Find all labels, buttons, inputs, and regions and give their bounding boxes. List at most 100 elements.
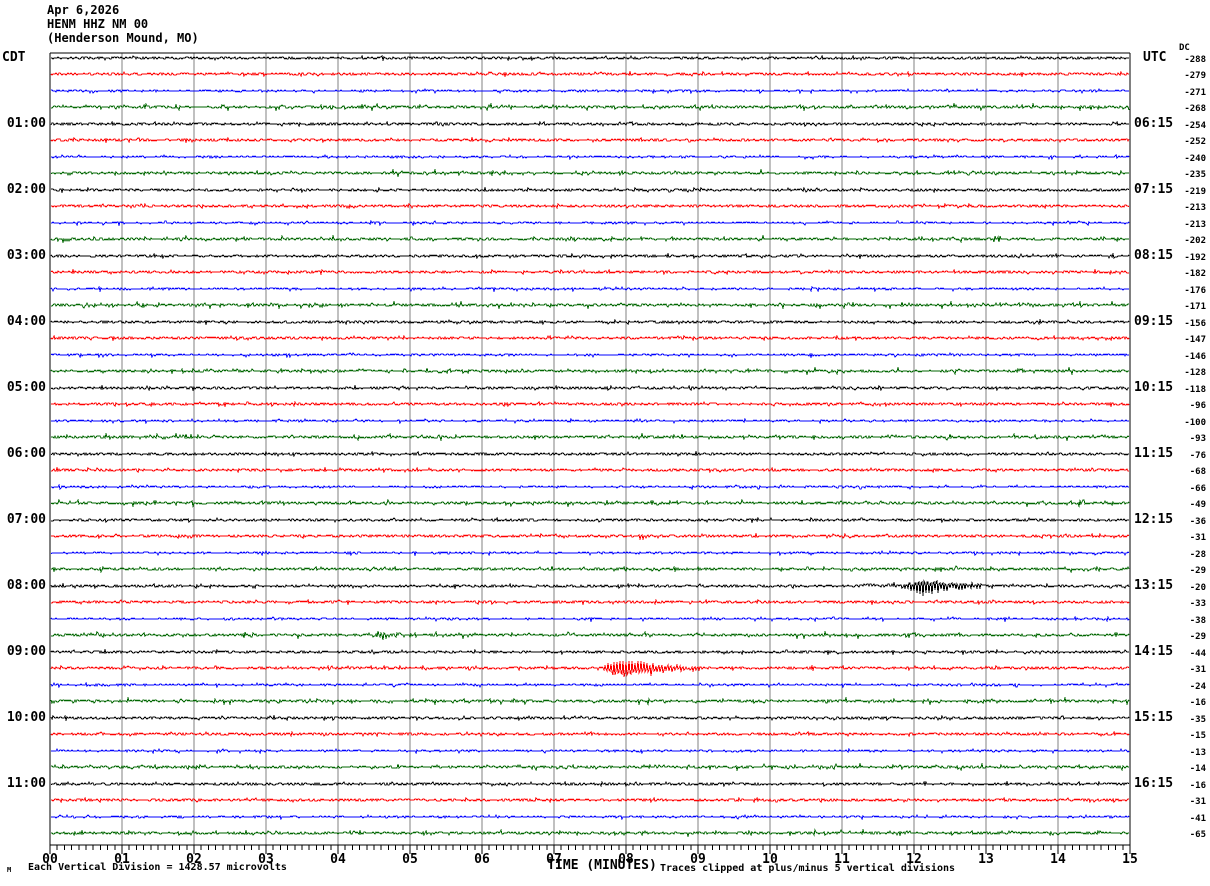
trace-row-5 <box>50 120 1129 128</box>
cdt-hour-label: 07:00 <box>6 511 46 527</box>
dc-offset-value: -235 <box>1184 170 1206 180</box>
dc-offset-value: -36 <box>1189 516 1206 527</box>
seismogram-plot <box>49 52 1131 854</box>
cdt-hour-label: 05:00 <box>6 379 46 395</box>
trace-row-24 <box>51 432 1130 442</box>
trace-row-3 <box>51 87 1129 95</box>
trace-row-20 <box>50 366 1129 376</box>
clip-note: Traces clipped at plus/minus 5 vertical … <box>660 863 956 874</box>
trace-row-18 <box>50 334 1130 342</box>
dc-offset-value: -93 <box>1189 434 1206 444</box>
dc-offset-value: -156 <box>1184 318 1206 329</box>
vertical-division-scale-note: Each Vertical Division = 1428.57 microvo… <box>28 862 287 873</box>
dc-offset-value: -41 <box>1189 813 1206 824</box>
trace-row-29 <box>51 516 1129 524</box>
trace-row-13 <box>50 252 1130 260</box>
trace-row-8 <box>50 168 1129 178</box>
dc-offset-value: -182 <box>1184 269 1206 279</box>
cdt-hour-label: 08:00 <box>6 577 46 593</box>
dc-offset-value: -35 <box>1189 714 1206 725</box>
dc-offset-value: -128 <box>1184 368 1206 378</box>
trace-row-16 <box>51 300 1129 310</box>
dc-offset-value: -49 <box>1189 500 1206 510</box>
dc-offset-value: -271 <box>1184 87 1206 98</box>
trace-row-4 <box>51 102 1130 112</box>
trace-row-1 <box>51 54 1129 62</box>
trace-row-43 <box>51 747 1130 755</box>
trace-row-12 <box>50 234 1129 244</box>
trace-row-31 <box>50 549 1130 557</box>
dc-offset-value: -279 <box>1184 71 1206 81</box>
trace-row-30 <box>51 532 1130 541</box>
trace-row-27 <box>51 483 1129 491</box>
x-tick-label: 13 <box>978 852 994 867</box>
trace-row-11 <box>51 219 1130 227</box>
dc-offset-value: -171 <box>1184 302 1206 312</box>
dc-offset-value: -219 <box>1184 186 1206 197</box>
trace-row-46 <box>51 796 1129 804</box>
x-tick-label: 05 <box>402 852 418 867</box>
x-tick-label: 15 <box>1122 852 1138 867</box>
dc-offset-value: -100 <box>1184 417 1206 428</box>
trace-row-7 <box>51 153 1130 161</box>
dc-offset-value: -213 <box>1184 219 1206 230</box>
trace-row-37 <box>50 648 1129 656</box>
dc-offset-value: -31 <box>1189 797 1206 807</box>
dc-offset-value: -202 <box>1184 236 1206 246</box>
cdt-hour-label: 01:00 <box>6 115 46 131</box>
trace-row-14 <box>50 268 1129 276</box>
trace-row-25 <box>50 450 1129 458</box>
dc-offset-value: -268 <box>1184 104 1206 114</box>
trace-row-15 <box>50 285 1129 293</box>
dc-offset-value: -15 <box>1189 731 1206 741</box>
dc-offset-value: -16 <box>1189 698 1206 708</box>
dc-offset-value: -20 <box>1189 582 1206 593</box>
x-tick-label: 04 <box>330 852 346 867</box>
trace-row-48 <box>51 828 1129 838</box>
trace-row-26 <box>51 466 1129 474</box>
trace-row-41 <box>50 714 1130 722</box>
x-tick-label: 14 <box>1050 852 1066 867</box>
dc-offset-value: -96 <box>1189 401 1206 411</box>
trace-row-47 <box>51 813 1130 821</box>
dc-offset-value: -147 <box>1184 335 1206 345</box>
dc-offset-value: -28 <box>1189 549 1206 560</box>
x-axis-title: TIME (MINUTES) <box>547 858 657 873</box>
trace-row-33 <box>50 579 1130 597</box>
dc-offset-value: -29 <box>1189 632 1206 642</box>
corner-mark: M <box>7 866 12 874</box>
trace-row-44 <box>51 762 1129 772</box>
trace-row-32 <box>51 565 1130 574</box>
dc-offset-value: -240 <box>1184 153 1206 164</box>
x-tick-label: 06 <box>474 852 490 867</box>
dc-offset-value: -66 <box>1189 483 1206 494</box>
trace-row-6 <box>50 136 1130 144</box>
dc-offset-value: -254 <box>1184 120 1206 131</box>
dc-offset-value: -16 <box>1189 780 1206 791</box>
dc-offset-value: -44 <box>1189 648 1206 659</box>
cdt-hour-label: 02:00 <box>6 181 46 197</box>
dc-offset-value: -38 <box>1189 615 1206 626</box>
trace-row-36 <box>51 630 1130 641</box>
dc-offset-value: -14 <box>1189 764 1206 774</box>
cdt-hour-label: 09:00 <box>6 643 46 659</box>
helicorder-screen: Apr 6,2026 HENM HHZ NM 00 (Henderson Mou… <box>0 0 1210 886</box>
dc-offset-value: -252 <box>1184 137 1206 147</box>
cdt-hour-label: 04:00 <box>6 313 46 329</box>
dc-offset-value: -192 <box>1184 252 1206 263</box>
dc-offset-value: -31 <box>1189 665 1206 675</box>
trace-row-9 <box>51 186 1130 194</box>
dc-offset-value: -118 <box>1184 384 1206 395</box>
dc-offset-value: -31 <box>1189 533 1206 543</box>
dc-offset-value: -33 <box>1189 599 1206 609</box>
trace-row-28 <box>50 498 1130 508</box>
dc-offset-value: -146 <box>1184 351 1206 362</box>
trace-row-38 <box>50 660 1130 678</box>
dc-offset-value: -13 <box>1189 747 1206 758</box>
cdt-hour-label: 10:00 <box>6 709 46 725</box>
trace-row-10 <box>51 202 1130 210</box>
trace-row-22 <box>51 400 1130 408</box>
trace-row-39 <box>50 681 1130 689</box>
trace-row-34 <box>51 598 1130 606</box>
dc-offset-value: -24 <box>1189 681 1206 692</box>
